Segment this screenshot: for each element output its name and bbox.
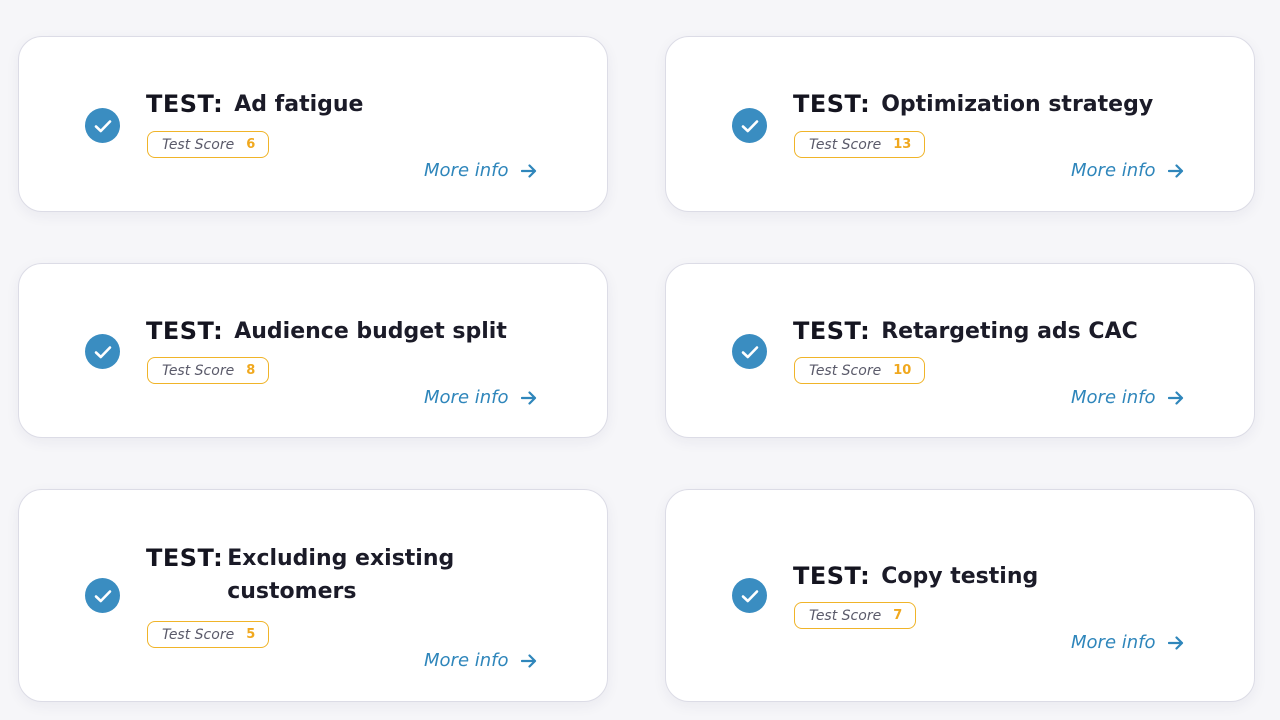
more-info-link[interactable]: More info: [424, 160, 537, 181]
test-title: TEST: Ad fatigue: [146, 88, 363, 121]
test-card: TEST: Ad fatigue Test Score 6 More info: [18, 36, 608, 212]
arrow-right-icon: [1167, 635, 1184, 650]
more-info-label: More info: [424, 387, 509, 408]
test-title: TEST: Optimization strategy: [793, 88, 1153, 121]
test-score-value: 7: [893, 608, 903, 623]
more-info-link[interactable]: More info: [1071, 160, 1184, 181]
test-card: TEST: Copy testing Test Score 7 More inf…: [665, 489, 1255, 702]
more-info-label: More info: [1071, 160, 1156, 181]
test-card: TEST: Optimization strategy Test Score 1…: [665, 36, 1255, 212]
test-score-badge: Test Score 6: [147, 131, 270, 158]
test-score-badge: Test Score 7: [794, 602, 917, 629]
check-circle-icon: [732, 108, 767, 143]
test-score-label: Test Score: [162, 362, 235, 379]
test-name: Ad fatigue: [234, 92, 364, 117]
test-title: TEST: Excluding existing customers: [146, 542, 487, 608]
more-info-link[interactable]: More info: [424, 387, 537, 408]
test-score-label: Test Score: [809, 607, 882, 624]
test-score-value: 8: [246, 363, 256, 378]
arrow-right-icon: [1167, 390, 1184, 405]
test-card: TEST: Retargeting ads CAC Test Score 10 …: [665, 263, 1255, 438]
more-info-link[interactable]: More info: [424, 650, 537, 671]
test-prefix: TEST:: [793, 562, 871, 590]
arrow-right-icon: [1167, 163, 1184, 178]
more-info-label: More info: [424, 160, 509, 181]
test-score-badge: Test Score 13: [794, 131, 926, 158]
test-score-value: 5: [246, 627, 256, 642]
check-circle-icon: [732, 334, 767, 369]
more-info-label: More info: [424, 650, 509, 671]
test-card: TEST: Audience budget split Test Score 8…: [18, 263, 608, 438]
more-info-label: More info: [1071, 387, 1156, 408]
test-score-label: Test Score: [162, 626, 235, 643]
test-name: Optimization strategy: [881, 92, 1154, 117]
check-circle-icon: [85, 108, 120, 143]
test-name: Copy testing: [881, 564, 1039, 589]
test-title: TEST: Retargeting ads CAC: [793, 315, 1138, 348]
test-score-badge: Test Score 5: [147, 621, 270, 648]
test-score-label: Test Score: [809, 136, 882, 153]
test-prefix: TEST:: [146, 90, 224, 118]
arrow-right-icon: [520, 390, 537, 405]
test-score-badge: Test Score 8: [147, 357, 270, 384]
check-circle-icon: [732, 578, 767, 613]
test-title: TEST: Copy testing: [793, 560, 1038, 593]
arrow-right-icon: [520, 163, 537, 178]
test-cards-grid: TEST: Ad fatigue Test Score 6 More info …: [0, 0, 1280, 720]
test-score-value: 13: [893, 137, 912, 152]
test-score-label: Test Score: [162, 136, 235, 153]
test-title: TEST: Audience budget split: [146, 315, 507, 348]
test-prefix: TEST:: [793, 317, 871, 345]
test-card: TEST: Excluding existing customers Test …: [18, 489, 608, 702]
test-score-label: Test Score: [809, 362, 882, 379]
more-info-link[interactable]: More info: [1071, 387, 1184, 408]
more-info-link[interactable]: More info: [1071, 632, 1184, 653]
more-info-label: More info: [1071, 632, 1156, 653]
test-prefix: TEST:: [146, 544, 224, 572]
test-prefix: TEST:: [793, 90, 871, 118]
test-name: Retargeting ads CAC: [881, 319, 1138, 344]
test-prefix: TEST:: [146, 317, 224, 345]
test-name: Audience budget split: [234, 319, 507, 344]
test-score-value: 6: [246, 137, 256, 152]
test-score-badge: Test Score 10: [794, 357, 926, 384]
test-name: Excluding existing customers: [227, 546, 455, 604]
check-circle-icon: [85, 578, 120, 613]
test-score-value: 10: [893, 363, 912, 378]
check-circle-icon: [85, 334, 120, 369]
arrow-right-icon: [520, 653, 537, 668]
